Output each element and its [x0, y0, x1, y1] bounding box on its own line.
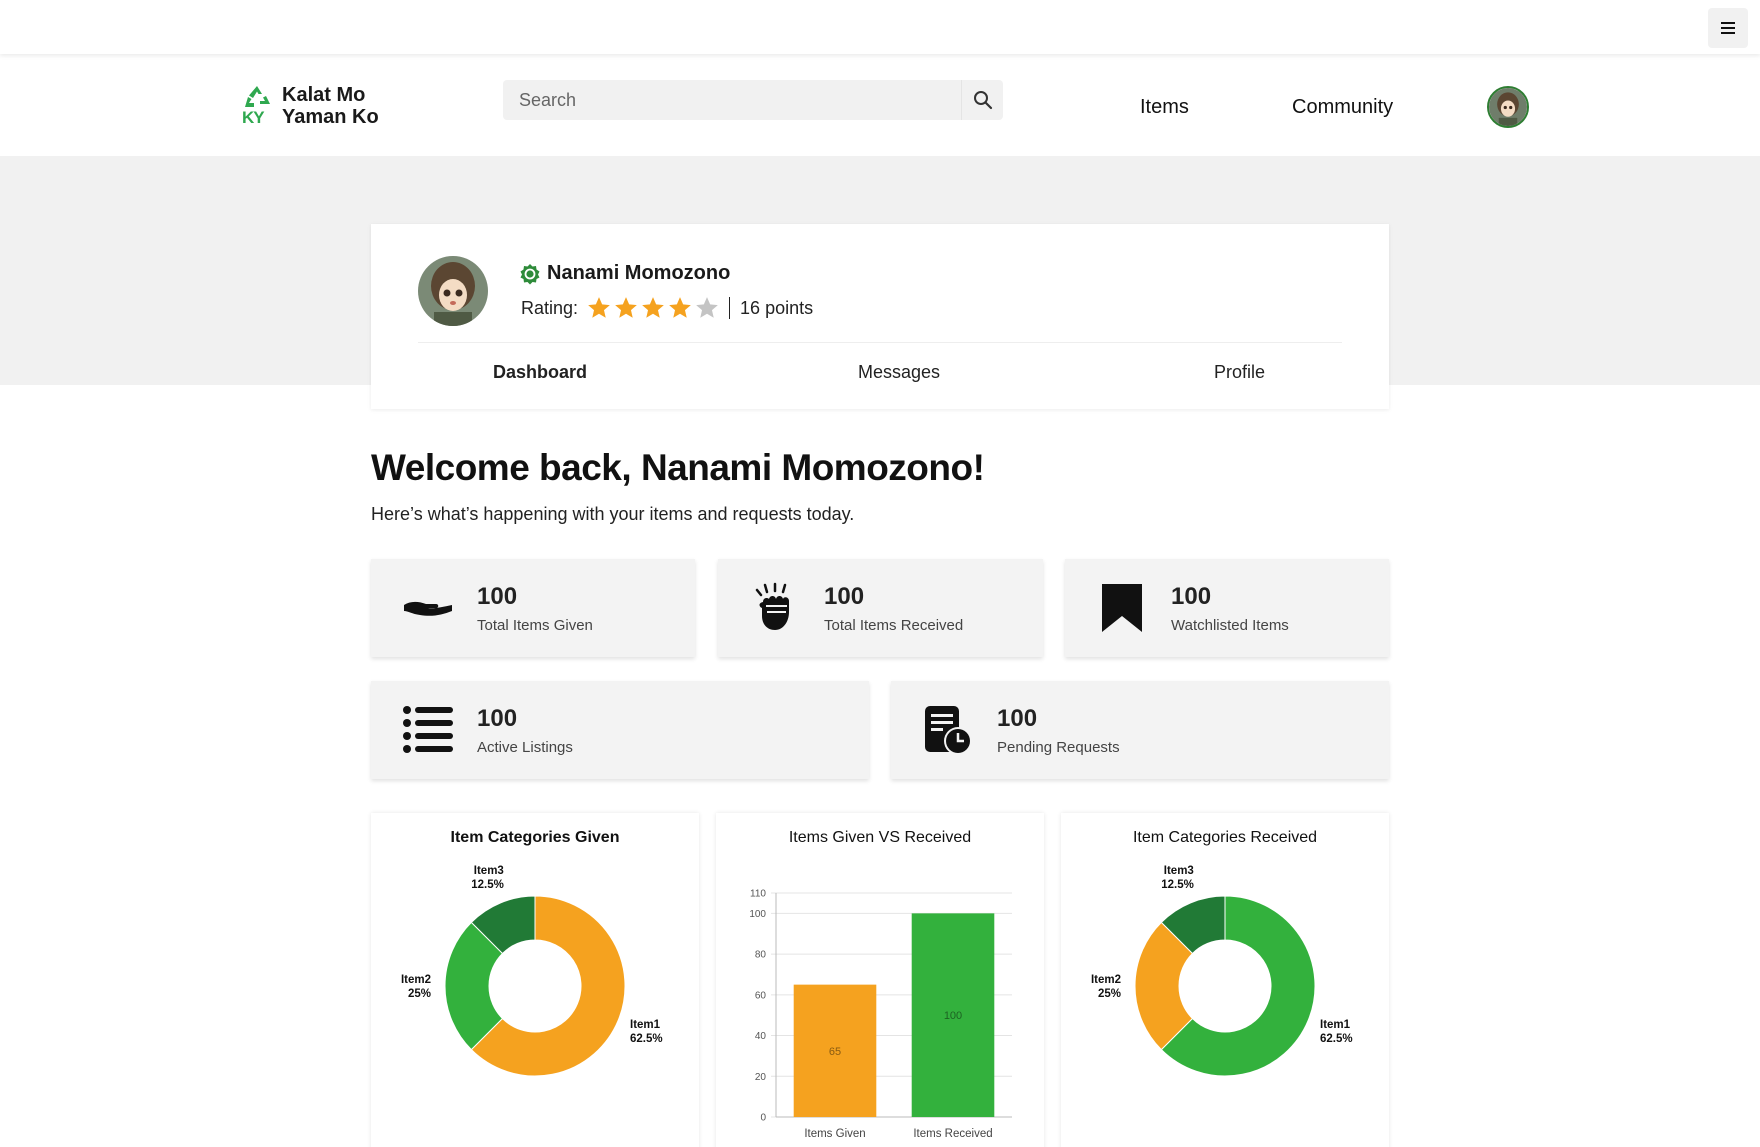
profile-name: Nanami Momozono [547, 262, 731, 284]
hamburger-menu-button[interactable] [1708, 8, 1748, 48]
chart-card-categories-received: Item Categories Received Item1 62.5% Item2… [1061, 813, 1389, 1147]
stat-card-watchlisted: 100 Watchlisted Items [1065, 559, 1389, 657]
stat-value: 100 [997, 705, 1038, 732]
tab-profile[interactable]: Profile [1214, 362, 1265, 383]
slice-label: Item2 [1091, 974, 1121, 986]
search-input[interactable] [503, 80, 961, 120]
tab-dashboard[interactable]: Dashboard [493, 362, 587, 383]
stat-value: 100 [1171, 583, 1212, 610]
y-tick-label: 110 [750, 889, 766, 900]
slice-label: Item1 [630, 1019, 661, 1031]
welcome-title: Welcome back, Nanami Momozono! [371, 447, 985, 488]
brand-initials: KY [242, 108, 265, 127]
top-strip [0, 0, 1760, 54]
bar-value-label: 65 [829, 1046, 841, 1058]
chart-card-categories-given: Item Categories Given Item1 62.5% Item2 25%… [371, 813, 699, 1147]
profile-divider [418, 342, 1342, 343]
stat-label: Watchlisted Items [1171, 617, 1289, 634]
y-tick-label: 0 [760, 1113, 766, 1124]
brand-line-1: Kalat Mo [282, 84, 366, 106]
stat-card-pending-requests: 100 Pending Requests [891, 681, 1389, 779]
slice-percent: 62.5% [630, 1033, 663, 1045]
rating-separator [729, 297, 731, 319]
stat-label: Active Listings [477, 739, 573, 756]
brand-line-2: Yaman Ko [282, 106, 379, 128]
welcome-subtitle: Here’s what’s happening with your items … [371, 504, 855, 524]
stat-label: Total Items Received [824, 617, 964, 634]
y-tick-label: 100 [749, 909, 766, 920]
rating-stars [586, 295, 721, 321]
y-tick-label: 60 [755, 990, 767, 1001]
slice-percent: 25% [1098, 988, 1121, 1000]
bookmark-icon [1095, 581, 1149, 635]
profile-avatar [418, 256, 488, 326]
y-tick-label: 80 [755, 950, 767, 961]
search-button[interactable] [961, 80, 1003, 120]
star-filled-icon [615, 297, 637, 318]
stat-label: Total Items Given [477, 617, 593, 634]
avatar-image [1489, 88, 1527, 126]
nav-link-items[interactable]: Items [1140, 96, 1189, 119]
star-filled-icon [669, 297, 691, 318]
profile-avatar-image [418, 256, 488, 326]
star-empty-icon [696, 297, 718, 318]
donut-chart-given: Item1 62.5% Item2 25% Item3 12.5% [401, 865, 663, 1077]
slice-percent: 12.5% [471, 879, 504, 891]
fist-receive-icon [748, 581, 802, 635]
profile-card: Nanami Momozono Rating: 16 points Dashbo… [371, 224, 1389, 409]
slice-percent: 62.5% [1320, 1033, 1353, 1045]
navbar: KY Kalat Mo Yaman Ko Items Community [0, 54, 1760, 156]
recycle-logo-icon: KY [242, 84, 272, 128]
user-avatar[interactable] [1487, 86, 1529, 128]
search-icon [973, 91, 992, 110]
nav-link-community[interactable]: Community [1292, 96, 1393, 119]
slice-label: Item3 [474, 865, 504, 877]
y-tick-label: 20 [755, 1072, 767, 1083]
star-filled-icon [588, 297, 610, 318]
hand-give-icon [401, 581, 455, 635]
rating-label: Rating: [521, 297, 579, 318]
points-value: 16 points [740, 297, 814, 318]
bar-value-label: 100 [944, 1010, 962, 1022]
star-filled-icon [642, 297, 664, 318]
x-tick-label: Items Given [804, 1128, 865, 1140]
verified-badge-icon [520, 263, 540, 284]
donut-chart-received: Item1 62.5% Item2 25% Item3 12.5% [1091, 865, 1353, 1077]
slice-label: Item3 [1164, 865, 1194, 877]
x-tick-label: Items Received [913, 1128, 992, 1140]
stat-card-items-given: 100 Total Items Given [371, 559, 695, 657]
tab-messages[interactable]: Messages [858, 362, 940, 383]
hamburger-icon [1721, 22, 1735, 34]
brand-name: Kalat Mo Yaman Ko [282, 84, 379, 128]
slice-percent: 12.5% [1161, 879, 1194, 891]
stat-card-items-received: 100 Total Items Received [718, 559, 1043, 657]
chart-title: Items Given VS Received [788, 829, 972, 846]
search-bar [503, 80, 1003, 120]
stat-value: 100 [824, 583, 865, 610]
pending-document-icon [921, 703, 975, 757]
brand-logo[interactable]: KY Kalat Mo Yaman Ko [242, 84, 379, 128]
chart-title: Item Categories Received [1132, 829, 1318, 846]
list-icon [401, 703, 455, 757]
slice-label: Item1 [1320, 1019, 1351, 1031]
stat-label: Pending Requests [997, 739, 1120, 756]
rating-row: Rating: 16 points [521, 295, 813, 321]
slice-percent: 25% [408, 988, 431, 1000]
slice-label: Item2 [401, 974, 431, 986]
y-tick-label: 40 [755, 1031, 767, 1042]
profile-name-row: Nanami Momozono [519, 262, 730, 285]
bar-chart-given-vs-received: 0 20 40 60 80 100 110 65 Items Given 100 Items Rec… [749, 889, 1012, 1140]
stat-value: 100 [477, 583, 518, 610]
chart-title: Item Categories Given [450, 829, 620, 846]
chart-card-given-vs-received: Items Given VS Received 0 20 40 60 80 100 110 6… [716, 813, 1044, 1147]
stat-card-active-listings: 100 Active Listings [371, 681, 869, 779]
stat-value: 100 [477, 705, 518, 732]
